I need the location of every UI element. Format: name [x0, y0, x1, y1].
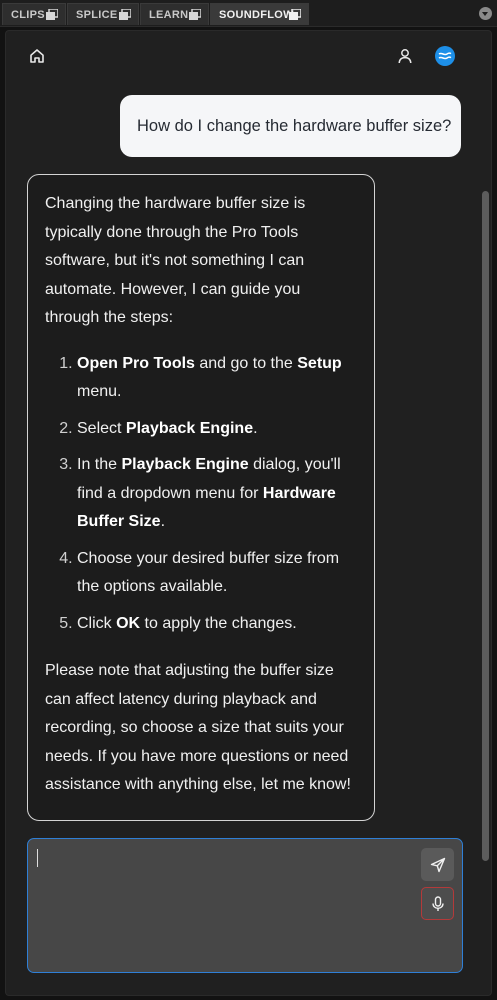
- list-item: Click OK to apply the changes.: [77, 610, 358, 639]
- scrollbar-thumb[interactable]: [482, 191, 489, 861]
- tab-clips[interactable]: CLIPS: [2, 3, 66, 25]
- reply-steps-list: Open Pro Tools and go to the Setup menu.…: [45, 350, 358, 639]
- user-message-bubble: How do I change the hardware buffer size…: [120, 95, 461, 157]
- tab-label: LEARN: [149, 8, 189, 21]
- reply-outro: Please note that adjusting the buffer si…: [45, 662, 351, 793]
- tab-learn[interactable]: LEARN: [140, 3, 209, 25]
- tab-menu-button[interactable]: [479, 7, 492, 20]
- tab-label: CLIPS: [11, 8, 45, 21]
- reply-intro: Changing the hardware buffer size is typ…: [45, 195, 306, 326]
- user-button[interactable]: [396, 47, 414, 65]
- send-button[interactable]: [421, 848, 454, 881]
- tab-bar: CLIPS SPLICE LEARN SOUNDFLOW: [0, 0, 497, 27]
- tab-label: SPLICE: [76, 8, 118, 21]
- soundflow-logo-button[interactable]: [435, 46, 455, 66]
- assistant-message-bubble: Changing the hardware buffer size is typ…: [27, 174, 375, 821]
- window-stack-icon: [46, 9, 58, 20]
- window-stack-icon: [189, 9, 201, 20]
- user-icon: [398, 49, 412, 64]
- tab-splice[interactable]: SPLICE: [67, 3, 139, 25]
- list-item: Open Pro Tools and go to the Setup menu.: [77, 350, 358, 407]
- soundflow-logo-icon: [438, 52, 452, 60]
- list-item: Choose your desired buffer size from the…: [77, 545, 358, 602]
- tab-soundflow[interactable]: SOUNDFLOW: [210, 3, 309, 25]
- message-input[interactable]: [27, 838, 463, 973]
- list-item: Select Playback Engine.: [77, 415, 358, 444]
- window-stack-icon: [289, 9, 301, 20]
- text-caret: [37, 849, 38, 867]
- send-icon: [430, 857, 445, 872]
- chat-panel: How do I change the hardware buffer size…: [5, 30, 492, 996]
- list-item: In the Playback Engine dialog, you'll fi…: [77, 451, 358, 537]
- user-message-text: How do I change the hardware buffer size…: [137, 116, 452, 135]
- window-stack-icon: [119, 9, 131, 20]
- home-button[interactable]: [28, 47, 46, 65]
- microphone-button[interactable]: [421, 887, 454, 920]
- microphone-icon: [431, 895, 444, 911]
- tab-label: SOUNDFLOW: [219, 8, 294, 21]
- home-icon: [30, 49, 44, 63]
